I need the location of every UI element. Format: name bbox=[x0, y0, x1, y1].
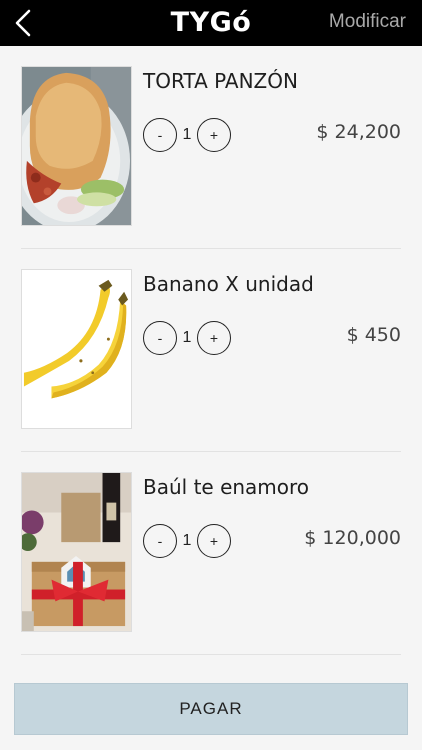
product-image bbox=[21, 269, 132, 429]
increment-button[interactable]: + bbox=[197, 321, 231, 355]
cart-item: TORTA PANZÓN - 1 + $ 24,200 bbox=[21, 66, 401, 249]
product-image bbox=[21, 66, 132, 226]
divider bbox=[21, 248, 401, 249]
product-image bbox=[21, 472, 132, 632]
divider bbox=[21, 654, 401, 655]
decrement-button[interactable]: - bbox=[143, 118, 177, 152]
divider bbox=[21, 451, 401, 452]
decrement-button[interactable]: - bbox=[143, 524, 177, 558]
cart-item: Banano X unidad - 1 + $ 450 bbox=[21, 269, 401, 452]
increment-button[interactable]: + bbox=[197, 118, 231, 152]
decrement-button[interactable]: - bbox=[143, 321, 177, 355]
item-price: $ 450 bbox=[346, 324, 401, 346]
quantity-stepper: - 1 + bbox=[143, 321, 231, 355]
item-price: $ 120,000 bbox=[304, 527, 401, 549]
item-price: $ 24,200 bbox=[316, 121, 401, 143]
increment-button[interactable]: + bbox=[197, 524, 231, 558]
cart-item: Baúl te enamoro - 1 + $ 120,000 bbox=[21, 472, 401, 655]
chevron-left-icon bbox=[15, 9, 31, 37]
modify-button[interactable]: Modificar bbox=[329, 11, 406, 33]
quantity-stepper: - 1 + bbox=[143, 524, 231, 558]
back-button[interactable] bbox=[4, 4, 42, 42]
quantity-value: 1 bbox=[182, 532, 192, 549]
top-bar: TYGó Modificar bbox=[0, 0, 422, 46]
item-name: Baúl te enamoro bbox=[143, 475, 310, 499]
pay-button[interactable]: PAGAR bbox=[14, 683, 408, 735]
item-name: TORTA PANZÓN bbox=[143, 69, 298, 93]
quantity-value: 1 bbox=[182, 329, 192, 346]
quantity-value: 1 bbox=[182, 126, 192, 143]
item-name: Banano X unidad bbox=[143, 272, 314, 296]
quantity-stepper: - 1 + bbox=[143, 118, 231, 152]
